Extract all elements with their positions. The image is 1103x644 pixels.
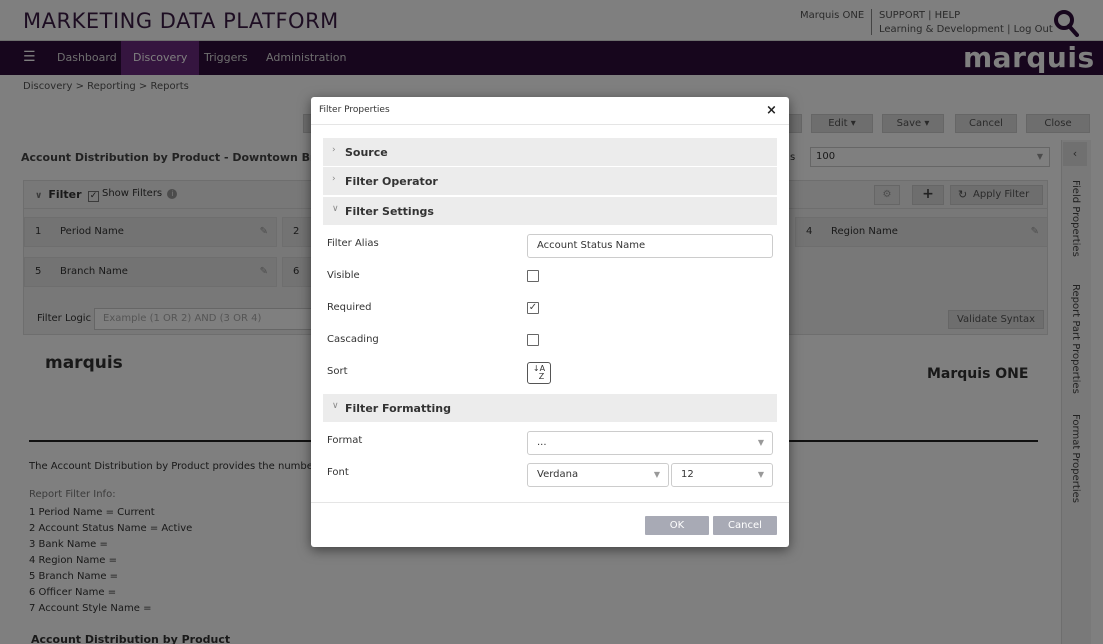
sort-button[interactable]: ↓A Z bbox=[527, 362, 551, 384]
ok-button[interactable]: OK bbox=[645, 516, 709, 535]
chevron-right-icon: › bbox=[332, 145, 336, 155]
required-label: Required bbox=[327, 302, 372, 313]
dialog-header: Filter Properties × bbox=[311, 97, 789, 125]
section-filter-settings[interactable]: ∨ Filter Settings bbox=[323, 197, 777, 225]
cascading-label: Cascading bbox=[327, 334, 379, 345]
chevron-down-icon: ▼ bbox=[757, 470, 764, 479]
section-filter-settings-title: Filter Settings bbox=[345, 205, 434, 218]
chevron-down-icon: ∨ bbox=[332, 401, 339, 411]
cascading-checkbox[interactable] bbox=[527, 334, 539, 346]
section-filter-formatting[interactable]: ∨ Filter Formatting bbox=[323, 394, 777, 422]
font-label: Font bbox=[327, 467, 349, 478]
section-filter-operator-title: Filter Operator bbox=[345, 175, 438, 188]
cancel-button[interactable]: Cancel bbox=[713, 516, 777, 535]
section-filter-operator[interactable]: › Filter Operator bbox=[323, 167, 777, 195]
dialog-footer-divider bbox=[311, 502, 789, 503]
chevron-right-icon: › bbox=[332, 174, 336, 184]
font-family-select[interactable]: Verdana ▼ bbox=[527, 463, 669, 487]
font-size-select[interactable]: 12 ▼ bbox=[671, 463, 773, 487]
section-source[interactable]: › Source bbox=[323, 138, 777, 166]
visible-label: Visible bbox=[327, 270, 360, 281]
chevron-down-icon: ▼ bbox=[757, 438, 764, 447]
chevron-down-icon: ∨ bbox=[332, 204, 339, 214]
required-checkbox[interactable]: ✓ bbox=[527, 302, 539, 314]
format-label: Format bbox=[327, 435, 363, 446]
font-size-value: 12 bbox=[681, 469, 694, 480]
close-icon[interactable]: × bbox=[766, 103, 777, 118]
sort-ascending-icon: ↓A Z bbox=[532, 364, 546, 381]
filter-properties-dialog: Filter Properties × › Source › Filter Op… bbox=[311, 97, 789, 547]
sort-label: Sort bbox=[327, 366, 348, 377]
visible-checkbox[interactable] bbox=[527, 270, 539, 282]
dialog-title: Filter Properties bbox=[319, 105, 390, 115]
chevron-down-icon: ▼ bbox=[653, 470, 660, 479]
filter-alias-input[interactable]: Account Status Name bbox=[527, 234, 773, 258]
format-value: ... bbox=[537, 437, 547, 448]
format-select[interactable]: ... ▼ bbox=[527, 431, 773, 455]
section-source-title: Source bbox=[345, 146, 388, 159]
section-filter-formatting-title: Filter Formatting bbox=[345, 402, 451, 415]
font-family-value: Verdana bbox=[537, 469, 579, 480]
filter-alias-label: Filter Alias bbox=[327, 238, 379, 249]
